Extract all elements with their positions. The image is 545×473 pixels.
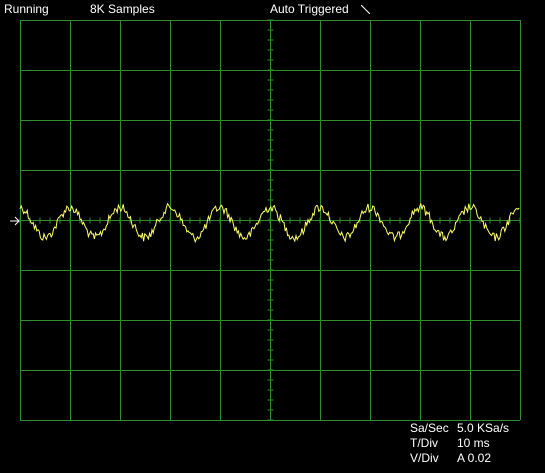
scope-screen [10,19,521,421]
channel-a-ground-arrow-icon [10,216,20,226]
sample-rate-readout: Sa/Sec 5.0 KSa/s [410,421,509,435]
time-div-value: 10 ms [457,436,490,450]
time-div-readout: T/Div 10 ms [410,436,490,450]
time-div-label: T/Div [410,436,438,450]
volt-div-readout: V/Div A 0.02 [410,451,491,465]
volt-div-value: A 0.02 [457,451,492,465]
sample-rate-label: Sa/Sec [410,421,449,435]
volt-div-label: V/Div [410,451,439,465]
sample-rate-value: 5.0 KSa/s [457,421,510,435]
